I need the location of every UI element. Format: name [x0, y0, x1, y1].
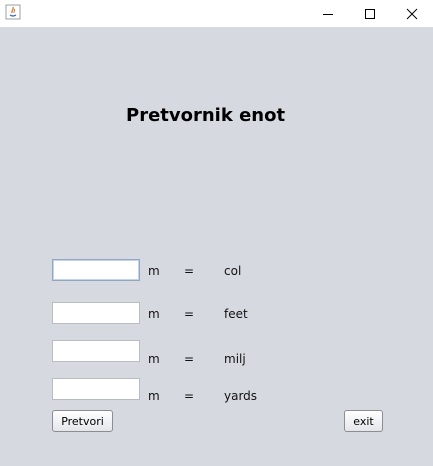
- result-label-feet: feet: [224, 307, 248, 321]
- unit-label-m: m: [148, 264, 160, 278]
- close-icon: [406, 8, 418, 20]
- maximize-button[interactable]: [349, 0, 391, 27]
- meters-input-col[interactable]: [52, 259, 140, 281]
- main-panel: Pretvornik enot m = col m = feet m = mil…: [0, 27, 433, 466]
- java-app-icon[interactable]: [5, 4, 21, 20]
- meters-input-milj[interactable]: [52, 340, 140, 362]
- result-label-col: col: [224, 264, 242, 278]
- minimize-icon: [322, 8, 334, 20]
- equals-sign: =: [184, 307, 195, 321]
- minimize-button[interactable]: [307, 0, 349, 27]
- result-label-yards: yards: [224, 389, 258, 403]
- title-bar: [0, 0, 433, 27]
- result-label-milj: milj: [224, 352, 246, 366]
- unit-label-m: m: [148, 352, 160, 366]
- close-button[interactable]: [391, 0, 433, 27]
- unit-label-m: m: [148, 307, 160, 321]
- maximize-icon: [364, 8, 376, 20]
- unit-label-m: m: [148, 389, 160, 403]
- meters-input-feet[interactable]: [52, 302, 140, 324]
- meters-input-yards[interactable]: [52, 378, 140, 400]
- exit-button[interactable]: exit: [344, 410, 383, 432]
- convert-button[interactable]: Pretvori: [52, 410, 113, 432]
- equals-sign: =: [184, 264, 195, 278]
- page-title: Pretvornik enot: [126, 105, 286, 126]
- equals-sign: =: [184, 352, 195, 366]
- equals-sign: =: [184, 389, 195, 403]
